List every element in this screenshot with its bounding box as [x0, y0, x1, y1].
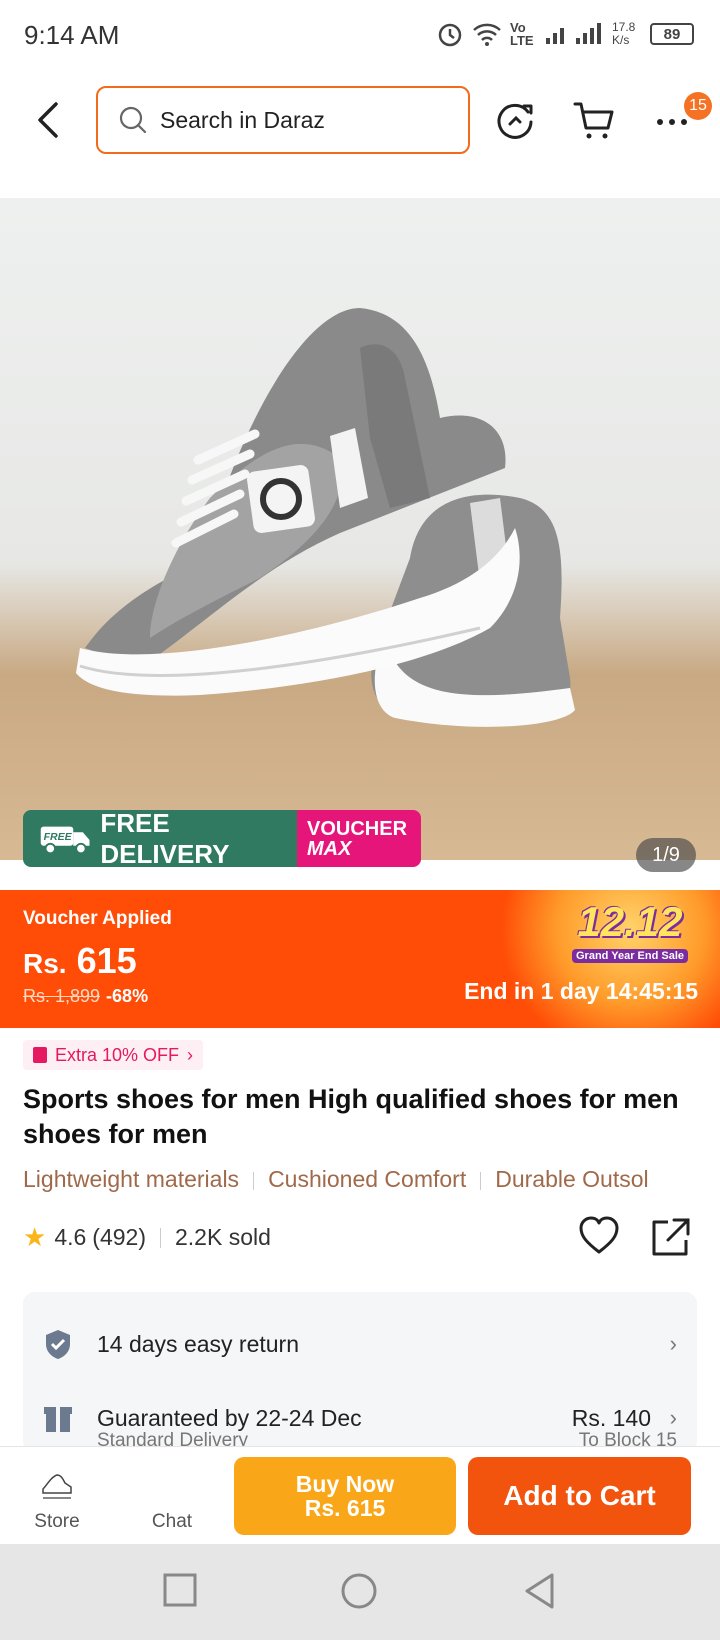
voucher-max-text: MAX [307, 837, 352, 860]
return-policy-row[interactable]: 14 days easy return › [23, 1314, 697, 1374]
cart-icon[interactable] [572, 98, 616, 142]
network-type: Vo LTE [510, 20, 534, 48]
feature-item: Lightweight materials [23, 1166, 240, 1192]
delivery-truck-icon: FREE [40, 826, 90, 854]
image-counter: 1/9 [636, 838, 696, 872]
back-arrow-icon[interactable] [30, 98, 70, 142]
store-logo-icon [42, 1474, 72, 1499]
network-speed: 17.8 K/s [612, 20, 636, 47]
original-price-value: Rs. 1,899 [23, 986, 101, 1006]
system-navigation-bar [0, 1544, 720, 1640]
battery-level: 89 [663, 25, 681, 43]
current-price: Rs. 615 [23, 940, 137, 982]
share-icon[interactable] [650, 1216, 692, 1258]
rating-row[interactable]: ★ 4.6 (492) 2.2K sold [23, 1222, 271, 1253]
share-refresh-icon[interactable] [494, 98, 538, 142]
current-price-value: 615 [76, 940, 137, 981]
feature-divider [480, 1171, 482, 1190]
service-card: 14 days easy return › Guaranteed by 22-2… [23, 1292, 697, 1452]
buy-now-button[interactable]: Buy Now Rs. 615 [234, 1457, 456, 1535]
feature-divider [253, 1171, 255, 1190]
status-icons: Vo LTE 17.8 K/s 89 [436, 20, 694, 48]
chevron-right-icon: › [187, 1044, 194, 1065]
alarm-icon [438, 23, 462, 47]
buy-now-price: Rs. 615 [304, 1495, 386, 1521]
status-bar: 9:14 AM Vo LTE 17.8 K/s 89 [0, 0, 720, 72]
discount-percent: -68% [106, 986, 149, 1006]
chevron-right-icon: › [669, 1405, 677, 1430]
product-image-gallery[interactable] [0, 198, 720, 860]
product-page: 9:14 AM Vo LTE 17.8 K/s 89 Search in Dar… [0, 0, 720, 1640]
search-placeholder: Search in Daraz [160, 106, 325, 133]
wishlist-heart-icon[interactable] [578, 1216, 620, 1256]
add-to-cart-button[interactable]: Add to Cart [468, 1457, 691, 1535]
top-header: Search in Daraz 15 [0, 72, 720, 172]
campaign-subtitle: Grand Year End Sale [571, 949, 688, 963]
battery-icon: 89 [650, 23, 694, 45]
home-icon[interactable] [340, 1572, 378, 1610]
back-nav-icon[interactable] [522, 1572, 558, 1610]
package-icon [44, 1407, 72, 1432]
bottom-action-bar: Store Chat Buy Now Rs. 615 Add to Cart [0, 1446, 720, 1544]
review-count: (492) [92, 1224, 146, 1250]
sold-count: 2.2K sold [175, 1224, 271, 1250]
feature-item: Cushioned Comfort [268, 1166, 467, 1192]
extra-discount-text: Extra 10% OFF [55, 1044, 180, 1065]
shield-check-icon [46, 1330, 70, 1359]
voucher-applied-label: Voucher Applied [23, 908, 172, 929]
delivery-label: Guaranteed by 22-24 Dec [97, 1404, 362, 1431]
extra-discount-chip[interactable]: Extra 10% OFF › [23, 1040, 204, 1070]
store-label: Store [34, 1511, 80, 1532]
currency-label: Rs. [23, 948, 67, 979]
add-to-cart-label: Add to Cart [503, 1480, 656, 1511]
chat-tab[interactable]: Chat [146, 1447, 198, 1545]
campaign-logo: 12.12 Grand Year End Sale [560, 898, 700, 964]
search-icon [119, 106, 147, 134]
wifi-icon [473, 23, 501, 46]
countdown-timer: End in 1 day 14:45:15 [464, 978, 698, 1004]
free-delivery-text: FREE DELIVERY [100, 810, 230, 867]
feature-item: Durable Outsol [495, 1166, 649, 1192]
rating-value: 4.6 [54, 1224, 87, 1250]
delivery-fee: Rs. 140 [571, 1404, 651, 1431]
voucher-text: VOUCHER [307, 817, 408, 840]
chevron-right-icon: › [669, 1331, 677, 1356]
status-time: 9:14 AM [24, 20, 120, 50]
return-policy-label: 14 days easy return [97, 1330, 300, 1357]
voucher-max-badge: VOUCHER MAX [297, 810, 421, 867]
price-banner: Voucher Applied Rs. 615 Rs. 1,899 -68% 12… [0, 890, 720, 1028]
search-bar[interactable]: Search in Daraz [96, 86, 470, 154]
voucher-tag-icon [33, 1047, 47, 1063]
original-price: Rs. 1,899 -68% [23, 986, 148, 1007]
free-delivery-voucher-banner: FREE FREE DELIVERY VOUCHER MAX [23, 810, 421, 867]
notification-badge: 15 [684, 92, 712, 120]
chat-label: Chat [151, 1511, 193, 1532]
recent-apps-icon[interactable] [162, 1572, 198, 1608]
rating-divider [160, 1227, 161, 1248]
product-title: Sports shoes for men High qualified shoe… [23, 1084, 679, 1149]
buy-now-label: Buy Now [295, 1471, 395, 1497]
star-icon: ★ [23, 1222, 47, 1252]
free-tag-text: FREE [44, 830, 73, 842]
campaign-title: 12.12 [577, 898, 683, 945]
signal-icon [546, 23, 601, 44]
free-delivery-badge: FREE FREE DELIVERY [23, 810, 297, 867]
product-photo [76, 308, 575, 727]
feature-highlights: Lightweight materials Cushioned Comfort Du… [23, 1166, 713, 1198]
store-tab[interactable]: Store [26, 1447, 88, 1545]
